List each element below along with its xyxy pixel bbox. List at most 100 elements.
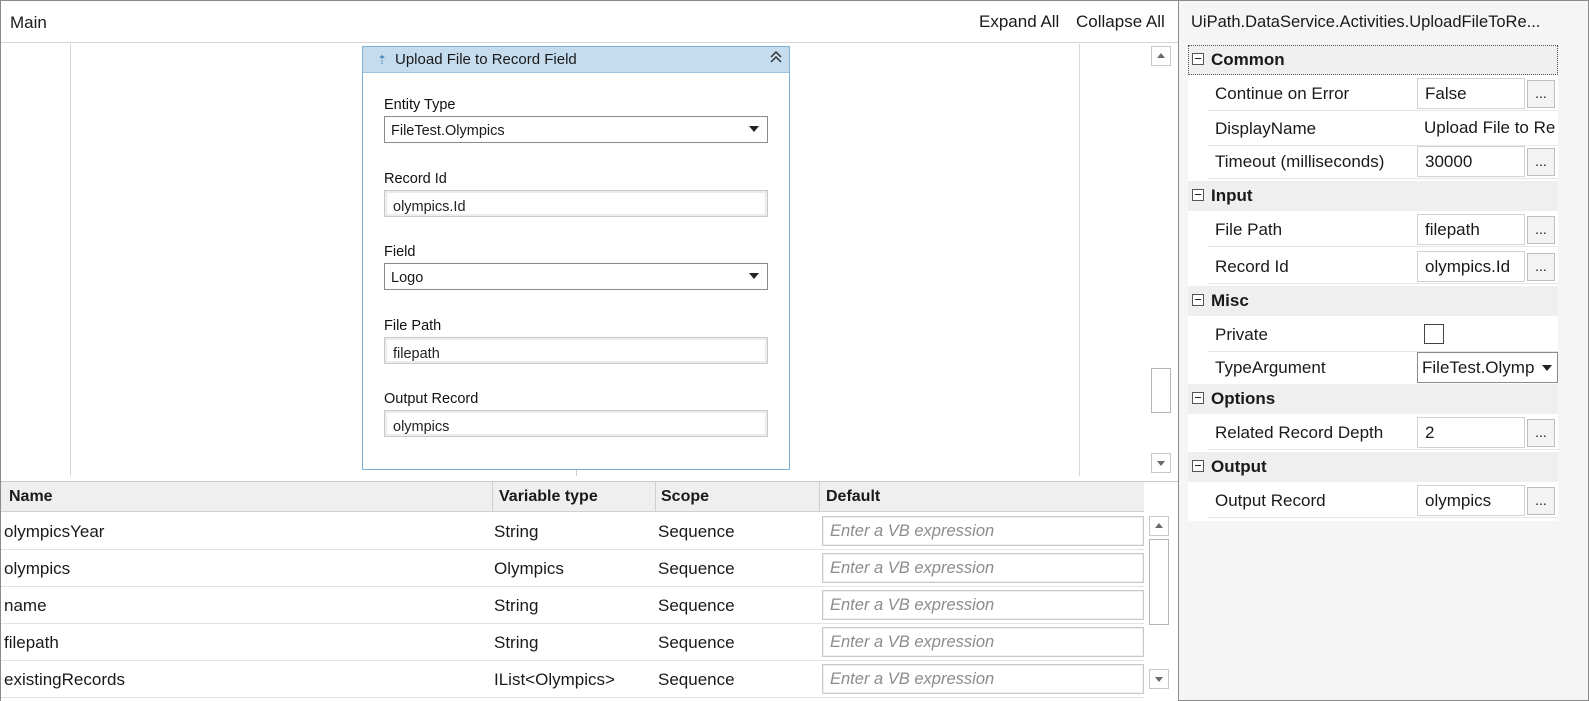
variables-scrollbar[interactable] xyxy=(1149,514,1171,701)
scroll-down-button[interactable] xyxy=(1149,669,1169,689)
output-record-input[interactable]: olympics xyxy=(1417,485,1525,516)
field-label: Field xyxy=(384,244,416,260)
property-related-record-depth[interactable]: Related Record Depth 2 ... xyxy=(1208,416,1558,450)
variable-name[interactable]: olympicsYear xyxy=(4,522,104,542)
default-placeholder: Enter a VB expression xyxy=(830,596,995,614)
collapse-toggle-icon[interactable] xyxy=(1192,294,1204,306)
category-output[interactable]: Output xyxy=(1188,452,1558,482)
timeout-input[interactable]: 30000 xyxy=(1417,146,1525,177)
column-name[interactable]: Name xyxy=(9,488,53,506)
property-type-argument[interactable]: TypeArgument FileTest.Olymp xyxy=(1208,351,1558,385)
ellipsis-button[interactable]: ... xyxy=(1527,487,1555,515)
property-value: False xyxy=(1425,84,1467,103)
type-argument-dropdown[interactable]: FileTest.Olymp xyxy=(1417,352,1558,383)
variable-type[interactable]: String xyxy=(494,522,538,542)
variable-type[interactable]: String xyxy=(494,596,538,616)
property-display-name[interactable]: DisplayName Upload File to Re xyxy=(1208,112,1558,146)
variable-row[interactable]: filepath String Sequence Enter a VB expr… xyxy=(1,624,1144,661)
default-value-input[interactable]: Enter a VB expression xyxy=(822,516,1144,546)
scroll-up-button[interactable] xyxy=(1151,46,1171,66)
dropdown-arrow-icon xyxy=(1542,365,1552,371)
category-options[interactable]: Options xyxy=(1188,384,1558,414)
properties-panel: UiPath.DataService.Activities.UploadFile… xyxy=(1178,0,1589,701)
scroll-thumb[interactable] xyxy=(1151,368,1171,413)
variable-type[interactable]: String xyxy=(494,633,538,653)
collapse-all-button[interactable]: Collapse All xyxy=(1076,12,1165,32)
private-checkbox[interactable] xyxy=(1424,324,1444,344)
variable-scope[interactable]: Sequence xyxy=(658,559,735,579)
file-path-value: filepath xyxy=(393,346,440,362)
record-id-input[interactable]: olympics.Id xyxy=(1417,251,1525,282)
variable-scope[interactable]: Sequence xyxy=(658,522,735,542)
category-input[interactable]: Input xyxy=(1188,181,1558,211)
variable-row[interactable]: olympicsYear String Sequence Enter a VB … xyxy=(1,513,1144,550)
variable-scope[interactable]: Sequence xyxy=(658,596,735,616)
variable-row[interactable]: name String Sequence Enter a VB expressi… xyxy=(1,587,1144,624)
variable-name[interactable]: filepath xyxy=(4,633,59,653)
default-value-input[interactable]: Enter a VB expression xyxy=(822,627,1144,657)
default-placeholder: Enter a VB expression xyxy=(830,559,995,577)
category-common[interactable]: Common xyxy=(1188,45,1558,75)
field-dropdown[interactable]: Logo xyxy=(384,263,768,290)
property-label: Private xyxy=(1215,325,1268,344)
ellipsis-button[interactable]: ... xyxy=(1527,216,1555,244)
column-variable-type[interactable]: Variable type xyxy=(499,488,598,506)
file-path-input[interactable]: filepath xyxy=(384,337,768,364)
property-output-record[interactable]: Output Record olympics ... xyxy=(1208,484,1558,518)
scroll-down-button[interactable] xyxy=(1151,453,1171,473)
collapse-toggle-icon[interactable] xyxy=(1192,53,1204,65)
related-record-depth-input[interactable]: 2 xyxy=(1417,417,1525,448)
property-private[interactable]: Private xyxy=(1208,318,1558,352)
continue-on-error-input[interactable]: False xyxy=(1417,78,1525,109)
double-chevron-up-icon[interactable] xyxy=(769,50,783,67)
collapse-toggle-icon[interactable] xyxy=(1192,392,1204,404)
property-record-id[interactable]: Record Id olympics.Id ... xyxy=(1208,250,1558,284)
variable-row[interactable]: existingRecords IList<Olympics> Sequence… xyxy=(1,661,1144,698)
category-misc[interactable]: Misc xyxy=(1188,286,1558,316)
variable-type[interactable]: Olympics xyxy=(494,559,564,579)
default-value-input[interactable]: Enter a VB expression xyxy=(822,664,1144,694)
variable-scope[interactable]: Sequence xyxy=(658,670,735,690)
record-id-input[interactable]: olympics.Id xyxy=(384,190,768,217)
ellipsis-button[interactable]: ... xyxy=(1527,253,1555,281)
ellipsis-button[interactable]: ... xyxy=(1527,80,1555,108)
ellipsis-button[interactable]: ... xyxy=(1527,148,1555,176)
file-path-input[interactable]: filepath xyxy=(1417,214,1525,245)
scroll-up-button[interactable] xyxy=(1149,516,1169,536)
collapse-toggle-icon[interactable] xyxy=(1192,189,1204,201)
output-record-value: olympics xyxy=(393,419,450,435)
upload-file-activity[interactable]: ⇡ Upload File to Record Field Entity Typ… xyxy=(362,46,790,470)
variable-name[interactable]: existingRecords xyxy=(4,670,125,690)
entity-type-dropdown[interactable]: FileTest.Olympics xyxy=(384,116,768,143)
property-timeout[interactable]: Timeout (milliseconds) 30000 ... xyxy=(1208,145,1558,179)
variable-name[interactable]: olympics xyxy=(4,559,70,579)
property-value: 2 xyxy=(1425,423,1435,442)
variables-header: Name Variable type Scope Default xyxy=(1,482,1144,512)
properties-title: UiPath.DataService.Activities.UploadFile… xyxy=(1191,13,1541,31)
property-continue-on-error[interactable]: Continue on Error False ... xyxy=(1208,77,1558,111)
scroll-thumb[interactable] xyxy=(1149,539,1169,625)
default-value-input[interactable]: Enter a VB expression xyxy=(822,553,1144,583)
output-record-input[interactable]: olympics xyxy=(384,410,768,437)
activity-header[interactable]: ⇡ Upload File to Record Field xyxy=(363,47,789,73)
ellipsis-button[interactable]: ... xyxy=(1527,419,1555,447)
display-name-input[interactable]: Upload File to Re xyxy=(1417,113,1558,144)
canvas-scrollbar[interactable] xyxy=(1151,44,1173,476)
field-value: Logo xyxy=(391,270,424,286)
property-label: Output Record xyxy=(1215,491,1326,510)
variable-name[interactable]: name xyxy=(4,596,47,616)
default-value-input[interactable]: Enter a VB expression xyxy=(822,590,1144,620)
property-file-path[interactable]: File Path filepath ... xyxy=(1208,213,1558,247)
variable-scope[interactable]: Sequence xyxy=(658,633,735,653)
column-scope[interactable]: Scope xyxy=(661,488,709,506)
expand-all-button[interactable]: Expand All xyxy=(979,12,1059,32)
breadcrumb[interactable]: Main xyxy=(10,13,47,33)
workflow-designer: Main Expand All Collapse All ⇡ Upload Fi… xyxy=(0,0,1179,701)
collapse-toggle-icon[interactable] xyxy=(1192,460,1204,472)
designer-canvas: ⇡ Upload File to Record Field Entity Typ… xyxy=(1,44,1151,476)
variable-type[interactable]: IList<Olympics> xyxy=(494,670,615,690)
entity-type-value: FileTest.Olympics xyxy=(391,123,505,139)
column-default[interactable]: Default xyxy=(826,488,880,506)
variable-row[interactable]: olympics Olympics Sequence Enter a VB ex… xyxy=(1,550,1144,587)
designer-toolbar: Main Expand All Collapse All xyxy=(1,1,1179,43)
